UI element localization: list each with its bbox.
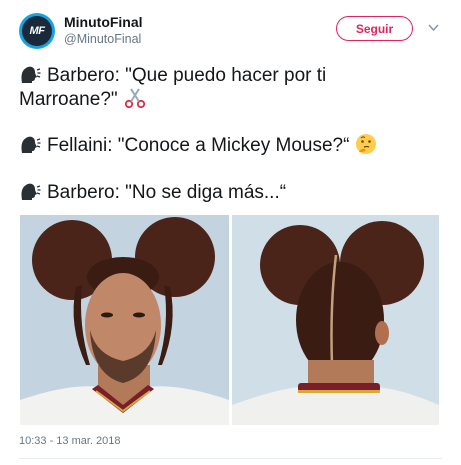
tweet-text-line: Barbero: "No se diga más...“ (47, 182, 287, 203)
tweet-text-line: Marroane?" (19, 89, 118, 110)
tweet-header: MF MinutoFinal @MinutoFinal Seguir (0, 0, 461, 58)
author-name[interactable]: MinutoFinal (64, 14, 143, 30)
tweet-line-2: Marroane?" (19, 87, 146, 112)
author-handle[interactable]: @MinutoFinal (64, 32, 141, 46)
photo-front-image (20, 215, 229, 425)
chevron-down-icon[interactable] (428, 22, 439, 33)
speaking-head-icon (21, 183, 41, 200)
tweet-line-1: Barbero: "Que puedo hacer por ti (19, 63, 326, 88)
tweet-timestamp[interactable]: 10:33 - 13 mar. 2018 (19, 435, 121, 447)
speaking-head-icon (21, 136, 41, 153)
photo-back-image (232, 215, 439, 425)
tweet-photo-back[interactable] (232, 215, 439, 425)
scissors-icon (124, 88, 145, 109)
tweet-photo-front[interactable] (20, 215, 229, 425)
divider (19, 458, 442, 459)
avatar-logo-text: MF (29, 25, 45, 37)
thinking-face-icon (356, 134, 377, 154)
tweet-line-4: Barbero: "No se diga más...“ (19, 180, 286, 205)
avatar-logo: MF (22, 16, 52, 46)
speaking-head-icon (21, 66, 41, 83)
follow-button[interactable]: Seguir (336, 16, 413, 41)
tweet-text-line: Barbero: "Que puedo hacer por ti (47, 65, 327, 86)
avatar[interactable]: MF (19, 13, 55, 49)
tweet-text-line: Fellaini: "Conoce a Mickey Mouse?“ (47, 135, 350, 156)
tweet-line-3: Fellaini: "Conoce a Mickey Mouse?“ (19, 133, 377, 158)
